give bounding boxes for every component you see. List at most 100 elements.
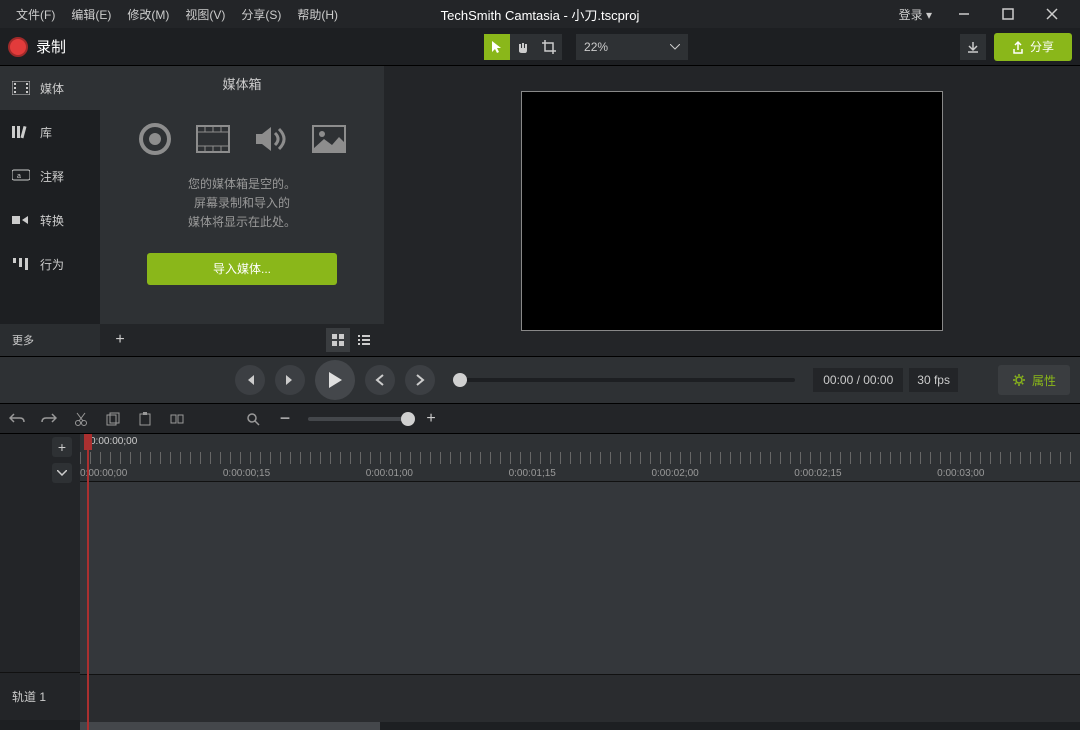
menu-edit[interactable]: 编辑(E)	[63, 2, 119, 27]
tab-transitions-label: 转换	[40, 212, 64, 229]
record-icon	[8, 37, 28, 57]
paste-icon	[138, 412, 152, 426]
toolbar: 录制 22% 分享	[0, 28, 1080, 66]
redo-icon	[41, 412, 57, 426]
media-bin-title: 媒体箱	[100, 74, 384, 103]
tab-annotations[interactable]: a 注释	[0, 154, 100, 198]
fps-display[interactable]: 30 fps	[909, 368, 958, 392]
maximize-button[interactable]	[988, 2, 1028, 26]
cursor-icon	[490, 40, 504, 54]
window-title: TechSmith Camtasia - 小刀.tscproj	[441, 5, 640, 24]
close-button[interactable]	[1032, 2, 1072, 26]
scissors-icon	[74, 412, 88, 426]
add-track-button[interactable]: +	[52, 437, 72, 457]
split-icon	[170, 412, 184, 426]
gear-icon	[1012, 373, 1026, 387]
grid-icon	[331, 333, 345, 347]
menu-help[interactable]: 帮助(H)	[289, 2, 346, 27]
step-forward-button[interactable]	[405, 365, 435, 395]
paste-button[interactable]	[136, 410, 154, 428]
import-media-button[interactable]: 导入媒体...	[147, 253, 337, 285]
tab-library-label: 库	[40, 124, 52, 141]
maximize-icon	[1002, 8, 1014, 20]
next-frame-icon	[284, 374, 296, 386]
menu-file[interactable]: 文件(F)	[8, 2, 63, 27]
track-1-lane[interactable]	[80, 674, 1080, 722]
redo-button[interactable]	[40, 410, 58, 428]
tab-media[interactable]: 媒体	[0, 66, 100, 110]
crop-tool[interactable]	[536, 34, 562, 60]
collapse-track-button[interactable]	[52, 463, 72, 483]
share-button[interactable]: 分享	[994, 33, 1072, 61]
tab-behaviors-label: 行为	[40, 256, 64, 273]
tab-behaviors[interactable]: 行为	[0, 242, 100, 286]
timeline: + 轨道 1 0:00:00;00 0:00:00;00 0:00:00;15 …	[0, 434, 1080, 730]
list-view-button[interactable]	[352, 328, 376, 352]
playhead[interactable]	[84, 434, 92, 450]
transition-icon	[12, 212, 30, 228]
timeline-scrollbar[interactable]	[80, 722, 1080, 730]
record-button[interactable]: 录制	[8, 36, 66, 57]
behavior-icon	[12, 256, 30, 272]
next-frame-button[interactable]	[275, 365, 305, 395]
undo-button[interactable]	[8, 410, 26, 428]
timeline-zoom-slider[interactable]	[308, 417, 408, 421]
canvas-area	[384, 66, 1080, 356]
step-back-button[interactable]	[365, 365, 395, 395]
close-icon	[1046, 8, 1058, 20]
tab-annotations-label: 注释	[40, 168, 64, 185]
playback-slider[interactable]	[453, 378, 795, 382]
image-clip-icon	[311, 121, 347, 157]
tab-library[interactable]: 库	[0, 110, 100, 154]
chevron-down-icon	[670, 44, 680, 50]
zoom-search-button[interactable]	[244, 410, 262, 428]
tab-more[interactable]: 更多	[0, 324, 100, 356]
zoom-value: 22%	[584, 40, 608, 54]
media-type-icons	[100, 121, 384, 157]
properties-button[interactable]: 属性	[998, 365, 1070, 395]
menu-view[interactable]: 视图(V)	[177, 2, 233, 27]
zoom-out-button[interactable]: −	[276, 410, 294, 428]
minimize-button[interactable]	[944, 2, 984, 26]
split-button[interactable]	[168, 410, 186, 428]
menu-modify[interactable]: 修改(M)	[119, 2, 177, 27]
track-1-label[interactable]: 轨道 1	[0, 672, 80, 720]
media-bin-footer: +	[100, 324, 384, 356]
media-icon	[12, 80, 30, 96]
main-area: 媒体 库 a 注释 转换 行为 更多 媒体箱 您的媒体箱是空的。 屏	[0, 66, 1080, 356]
share-label: 分享	[1030, 38, 1054, 55]
grid-view-button[interactable]	[326, 328, 350, 352]
play-button[interactable]	[315, 360, 355, 400]
list-icon	[357, 333, 371, 347]
track-region[interactable]	[80, 482, 1080, 674]
audio-clip-icon	[253, 121, 289, 157]
zoom-in-button[interactable]: +	[422, 410, 440, 428]
hand-tool[interactable]	[510, 34, 536, 60]
media-bin-panel: 媒体箱 您的媒体箱是空的。 屏幕录制和导入的 媒体将显示在此处。 导入媒体...…	[100, 66, 384, 356]
canvas-zoom-select[interactable]: 22%	[576, 34, 688, 60]
cursor-tool[interactable]	[484, 34, 510, 60]
time-ruler[interactable]: 0:00:00;00 0:00:00;15 0:00:01;00 0:00:01…	[80, 434, 1080, 482]
annotation-icon: a	[12, 168, 30, 184]
chevron-left-icon	[375, 374, 385, 386]
timeline-area[interactable]: 0:00:00;00 0:00:00;00 0:00:00;15 0:00:01…	[80, 434, 1080, 730]
prev-frame-button[interactable]	[235, 365, 265, 395]
download-button[interactable]	[960, 34, 986, 60]
download-icon	[967, 41, 979, 53]
menubar: 文件(F) 编辑(E) 修改(M) 视图(V) 分享(S) 帮助(H) Tech…	[0, 0, 1080, 28]
ruler-labels: 0:00:00;00 0:00:00;15 0:00:01;00 0:00:01…	[80, 468, 1080, 479]
add-media-button[interactable]: +	[108, 328, 132, 352]
chevron-down-icon	[57, 470, 67, 476]
record-clip-icon	[137, 121, 173, 157]
share-icon	[1012, 40, 1024, 54]
login-button[interactable]: 登录 ▾	[891, 2, 940, 27]
cut-button[interactable]	[72, 410, 90, 428]
hand-icon	[516, 40, 530, 54]
chevron-right-icon	[415, 374, 425, 386]
tab-transitions[interactable]: 转换	[0, 198, 100, 242]
side-tabs: 媒体 库 a 注释 转换 行为 更多	[0, 66, 100, 356]
copy-button[interactable]	[104, 410, 122, 428]
time-display: 00:00 / 00:00	[813, 368, 903, 392]
menu-share[interactable]: 分享(S)	[233, 2, 289, 27]
preview-canvas[interactable]	[521, 91, 943, 331]
